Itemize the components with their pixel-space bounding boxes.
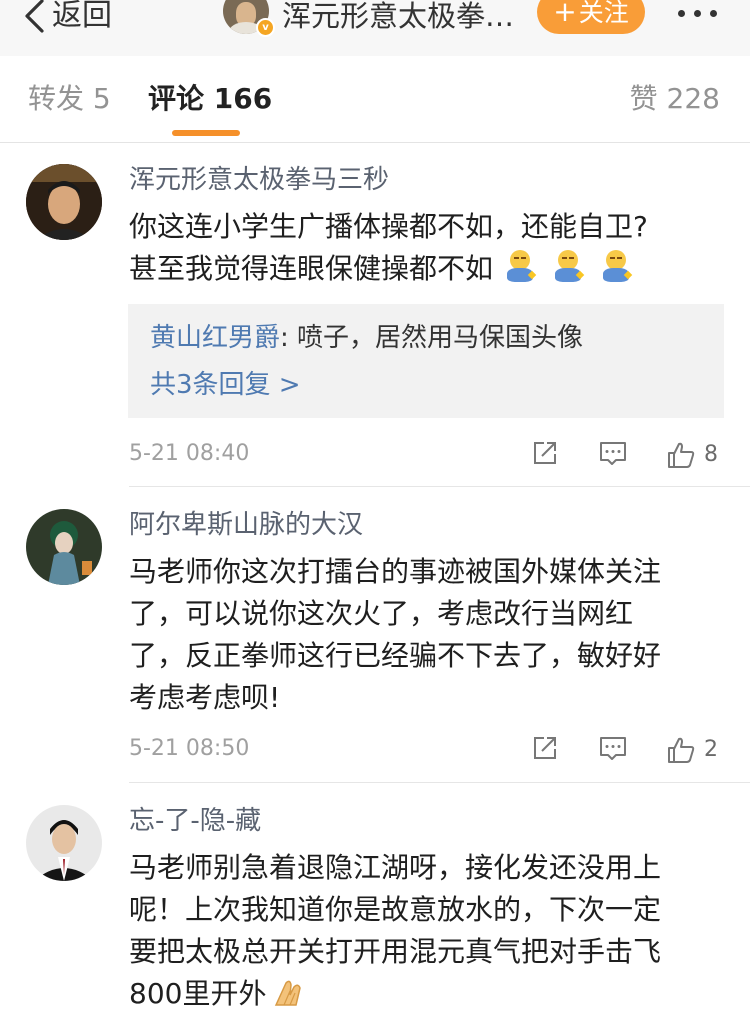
comment-text-line: 要把太极总开关打开用混元真气把对手击飞 bbox=[129, 935, 662, 968]
comment-text: 马老师你这次打擂台的事迹被国外媒体关注 了，可以说你这次火了，考虑改行当网红 了… bbox=[129, 551, 729, 719]
active-tab-indicator bbox=[172, 130, 240, 136]
like-count: 2 bbox=[704, 737, 718, 762]
top-nav-bar: 返回 v 浑元形意太极拳… +关注 bbox=[0, 0, 750, 57]
back-label: 返回 bbox=[52, 0, 112, 33]
comment-text-line: 甚至我觉得连眼保健操都不如 bbox=[129, 252, 494, 285]
like-button[interactable]: 2 bbox=[666, 733, 718, 767]
follow-button[interactable]: +关注 bbox=[537, 0, 645, 34]
comment-actions: 8 bbox=[530, 438, 730, 472]
thumbs-up-icon bbox=[668, 442, 695, 468]
tab-bar: 转发 5 评论 166 赞 228 bbox=[0, 56, 750, 143]
sleepy-emoji-icon bbox=[505, 250, 537, 284]
tab-comments[interactable]: 评论 166 bbox=[148, 82, 272, 116]
view-replies-link[interactable]: 共3条回复 > bbox=[150, 368, 301, 402]
comment-text-line: 马老师别急着退隐江湖呀，接化发还没用上 bbox=[129, 851, 662, 884]
comment-text-line: 了，可以说你这次火了，考虑改行当网红 bbox=[129, 597, 634, 630]
reply-line: 黄山红男爵: 喷子，居然用马保国头像 bbox=[150, 321, 583, 355]
comment-item: 浑元形意太极拳马三秒 你这连小学生广播体操都不如，还能自卫? 甚至我觉得连眼保健… bbox=[0, 142, 750, 487]
comment-text-line: 了，反正拳师这行已经骗不下去了，敏好好 bbox=[129, 639, 662, 672]
reply-username[interactable]: 黄山红男爵 bbox=[150, 323, 280, 353]
reply-preview[interactable]: 黄山红男爵: 喷子，居然用马保国头像 共3条回复 > bbox=[128, 304, 724, 418]
reply-text: : 喷子，居然用马保国头像 bbox=[280, 323, 584, 353]
comment-item: 阿尔卑斯山脉的大汉 马老师你这次打擂台的事迹被国外媒体关注 了，可以说你这次火了… bbox=[0, 487, 750, 783]
sleepy-emoji-icon bbox=[553, 250, 585, 284]
reply-button[interactable] bbox=[598, 438, 628, 472]
chevron-left-icon bbox=[25, 0, 44, 33]
avatar[interactable] bbox=[26, 509, 102, 585]
tab-reposts[interactable]: 转发 5 bbox=[28, 82, 111, 116]
comment-timestamp: 5-21 08:50 bbox=[129, 736, 250, 761]
comment-text: 马老师别急着退隐江湖呀，接化发还没用上 呢！上次我知道你是故意放水的，下次一定 … bbox=[129, 847, 729, 1015]
comment-actions: 2 bbox=[530, 733, 730, 767]
share-icon bbox=[534, 442, 556, 464]
share-button[interactable] bbox=[530, 733, 560, 767]
comment-text-line-wrap: 甚至我觉得连眼保健操都不如 bbox=[129, 248, 729, 290]
reply-button[interactable] bbox=[598, 733, 628, 767]
comment-username[interactable]: 忘-了-隐-藏 bbox=[129, 805, 261, 837]
comment-text-line-wrap: 800里开外 bbox=[129, 973, 729, 1015]
comment-text: 你这连小学生广播体操都不如，还能自卫? 甚至我觉得连眼保健操都不如 bbox=[129, 206, 729, 290]
comment-text-line: 马老师你这次打擂台的事迹被国外媒体关注 bbox=[129, 555, 662, 588]
comment-text-line: 考虑考虑呗! bbox=[129, 681, 281, 714]
avatar[interactable] bbox=[26, 164, 102, 240]
verified-badge-icon: v bbox=[256, 18, 275, 37]
plus-icon: + bbox=[553, 0, 577, 28]
comment-username[interactable]: 浑元形意太极拳马三秒 bbox=[129, 164, 389, 196]
more-dots-icon[interactable] bbox=[678, 10, 717, 17]
tab-likes[interactable]: 赞 228 bbox=[630, 82, 720, 116]
share-icon bbox=[534, 737, 556, 759]
comment-timestamp: 5-21 08:40 bbox=[129, 441, 250, 466]
praying-hands-emoji-icon bbox=[270, 975, 310, 1009]
avatar[interactable] bbox=[26, 805, 102, 881]
comment-username[interactable]: 阿尔卑斯山脉的大汉 bbox=[129, 509, 363, 541]
comment-text-line: 800里开外 bbox=[129, 977, 267, 1010]
like-button[interactable]: 8 bbox=[666, 438, 718, 472]
page-title[interactable]: 浑元形意太极拳… bbox=[282, 0, 532, 32]
sleepy-emoji-icon bbox=[601, 250, 633, 284]
thumbs-up-icon bbox=[668, 737, 695, 763]
like-count: 8 bbox=[704, 442, 718, 467]
comment-text-line: 你这连小学生广播体操都不如，还能自卫? bbox=[129, 210, 648, 243]
comment-item: 忘-了-隐-藏 马老师别急着退隐江湖呀，接化发还没用上 呢！上次我知道你是故意放… bbox=[0, 783, 750, 1025]
comment-icon bbox=[600, 737, 626, 760]
comment-icon bbox=[600, 442, 626, 465]
back-button[interactable]: 返回 bbox=[22, 0, 112, 33]
comment-text-line: 呢！上次我知道你是故意放水的，下次一定 bbox=[129, 893, 662, 926]
share-button[interactable] bbox=[530, 438, 560, 472]
follow-label: 关注 bbox=[578, 0, 629, 27]
